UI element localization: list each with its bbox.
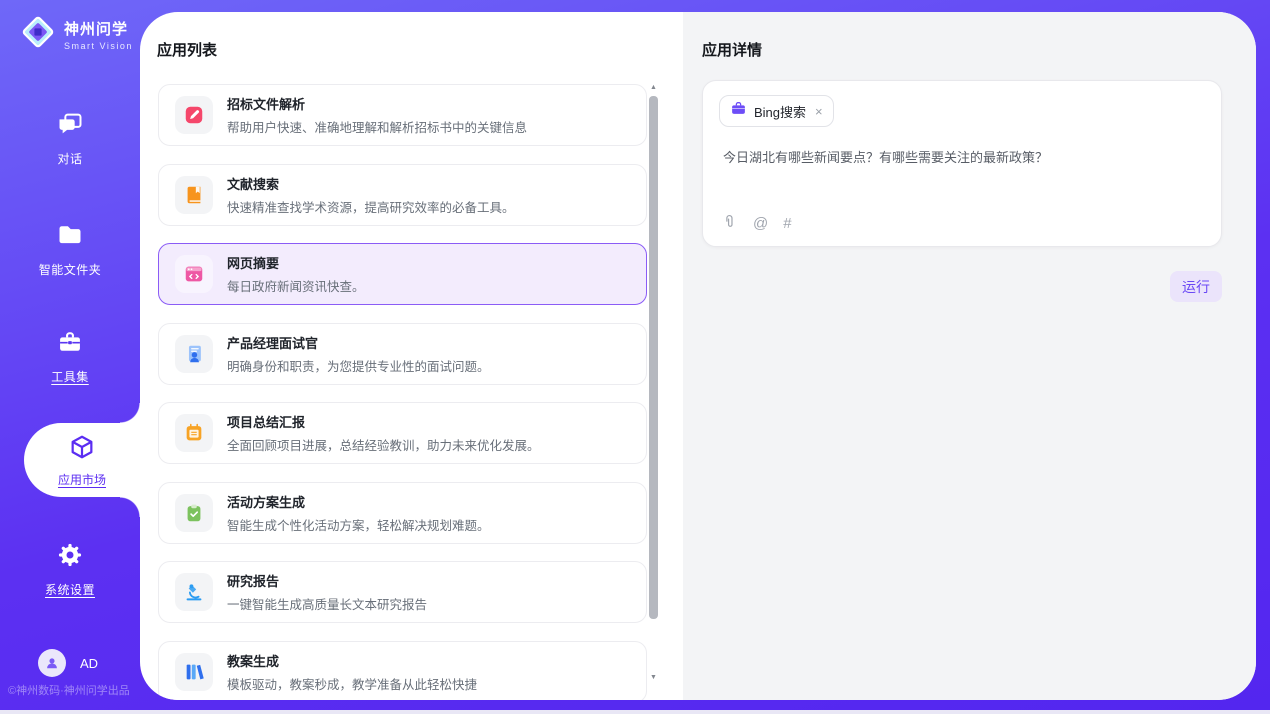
app-card-research-report[interactable]: 研究报告 一键智能生成高质量长文本研究报告 bbox=[158, 561, 647, 623]
app-card-desc: 智能生成个性化活动方案，轻松解决规划难题。 bbox=[227, 515, 490, 534]
app-card-name: 研究报告 bbox=[227, 571, 427, 590]
close-icon[interactable]: × bbox=[815, 104, 823, 119]
sidebar-item-smart-folder[interactable]: 智能文件夹 bbox=[0, 221, 140, 278]
sidebar-item-label: 应用市场 bbox=[58, 471, 106, 488]
tool-chip-bing-search[interactable]: Bing搜索 × bbox=[719, 95, 834, 127]
app-card-desc: 模板驱动，教案秒成，教学准备从此轻松快捷 bbox=[227, 674, 477, 693]
briefcase-icon bbox=[730, 100, 747, 122]
brand-subtitle: Smart Vision bbox=[64, 41, 133, 51]
sidebar-item-label: 智能文件夹 bbox=[39, 261, 102, 278]
app-card-name: 活动方案生成 bbox=[227, 492, 490, 511]
briefcase-icon bbox=[56, 328, 84, 361]
app-card-name: 教案生成 bbox=[227, 651, 477, 670]
app-list-title: 应用列表 bbox=[157, 39, 217, 60]
app-card-project-summary[interactable]: 项目总结汇报 全面回顾项目进展，总结经验教训，助力未来优化发展。 bbox=[158, 402, 647, 464]
composer-card: Bing搜索 × 今日湖北有哪些新闻要点？有哪些需要关注的最新政策？ @ # bbox=[702, 80, 1222, 247]
mention-at-icon[interactable]: @ bbox=[753, 216, 768, 231]
clipboard-check-icon bbox=[175, 494, 213, 532]
app-card-desc: 每日政府新闻资讯快查。 bbox=[227, 276, 365, 295]
paperclip-icon[interactable] bbox=[721, 213, 738, 233]
note-calendar-icon bbox=[175, 414, 213, 452]
sidebar-item-settings[interactable]: 系统设置 bbox=[0, 541, 140, 598]
app-card-desc: 帮助用户快速、准确地理解和解析招标书中的关键信息 bbox=[227, 117, 527, 136]
app-card-desc: 快速精准查找学术资源，提高研究效率的必备工具。 bbox=[227, 197, 515, 216]
copyright-text: ©神州数码·神州问学出品 bbox=[8, 682, 130, 698]
browser-code-icon bbox=[175, 255, 213, 293]
folder-icon bbox=[56, 221, 84, 254]
app-card-lesson-plan[interactable]: 教案生成 模板驱动，教案秒成，教学准备从此轻松快捷 bbox=[158, 641, 647, 701]
cube-icon bbox=[68, 433, 96, 466]
app-card-desc: 全面回顾项目进展，总结经验教训，助力未来优化发展。 bbox=[227, 435, 540, 454]
query-text[interactable]: 今日湖北有哪些新闻要点？有哪些需要关注的最新政策？ bbox=[723, 148, 1201, 168]
app-card-webpage-summary[interactable]: 网页摘要 每日政府新闻资讯快查。 bbox=[158, 243, 647, 305]
app-detail-panel: 应用详情 Bing搜索 × 今日湖北有哪些新闻要点？有哪些需要关注的最新政策？ bbox=[683, 12, 1256, 700]
brand-diamond-logo-icon bbox=[20, 14, 56, 55]
sidebar-item-toolset[interactable]: 工具集 bbox=[0, 328, 140, 385]
user-account[interactable]: AD bbox=[38, 649, 98, 677]
chat-bubbles-icon bbox=[56, 110, 84, 143]
composer-toolbar: @ # bbox=[721, 213, 792, 233]
user-initials: AD bbox=[80, 656, 98, 671]
gear-icon bbox=[56, 541, 84, 574]
app-card-desc: 一键智能生成高质量长文本研究报告 bbox=[227, 594, 427, 613]
app-card-name: 文献搜索 bbox=[227, 174, 515, 193]
app-frame: 神州问学 Smart Vision 对话 智能文件夹 bbox=[0, 0, 1270, 710]
app-card-name: 项目总结汇报 bbox=[227, 412, 540, 431]
books-icon bbox=[175, 653, 213, 691]
app-detail-title: 应用详情 bbox=[702, 39, 762, 60]
app-card-activity-plan[interactable]: 活动方案生成 智能生成个性化活动方案，轻松解决规划难题。 bbox=[158, 482, 647, 544]
brand: 神州问学 Smart Vision bbox=[20, 14, 133, 55]
app-list-scrollbar: ▲ ▼ bbox=[649, 84, 658, 698]
window-bottom-edge bbox=[0, 710, 1270, 714]
brand-name: 神州问学 bbox=[64, 18, 133, 39]
scroll-up-arrow-icon[interactable]: ▲ bbox=[649, 84, 658, 92]
sidebar-item-label: 工具集 bbox=[51, 368, 89, 385]
document-edit-icon bbox=[175, 96, 213, 134]
app-card-tender-analysis[interactable]: 招标文件解析 帮助用户快速、准确地理解和解析招标书中的关键信息 bbox=[158, 84, 647, 146]
app-card-name: 网页摘要 bbox=[227, 253, 365, 272]
interviewer-person-icon bbox=[175, 335, 213, 373]
microscope-icon bbox=[175, 573, 213, 611]
app-card-desc: 明确身份和职责，为您提供专业性的面试问题。 bbox=[227, 356, 490, 375]
run-button[interactable]: 运行 bbox=[1170, 271, 1222, 302]
app-card-literature-search[interactable]: 文献搜索 快速精准查找学术资源，提高研究效率的必备工具。 bbox=[158, 164, 647, 226]
app-card-pm-interviewer[interactable]: 产品经理面试官 明确身份和职责，为您提供专业性的面试问题。 bbox=[158, 323, 647, 385]
tool-chip-label: Bing搜索 bbox=[754, 102, 806, 121]
app-list: 招标文件解析 帮助用户快速、准确地理解和解析招标书中的关键信息 文献搜索 快速精… bbox=[158, 84, 647, 700]
sidebar-item-label: 对话 bbox=[57, 150, 82, 167]
scrollbar-thumb[interactable] bbox=[649, 96, 658, 619]
content-sheet: 应用列表 招标文件解析 帮助用户快速、准确地理解和解析招标书中的关键信息 bbox=[140, 12, 1256, 700]
book-icon bbox=[175, 176, 213, 214]
sidebar-item-chat[interactable]: 对话 bbox=[0, 110, 140, 167]
sidebar-item-app-market[interactable]: 应用市场 bbox=[24, 423, 140, 497]
scroll-down-arrow-icon[interactable]: ▼ bbox=[649, 674, 658, 682]
app-card-name: 产品经理面试官 bbox=[227, 333, 490, 352]
sidebar: 神州问学 Smart Vision 对话 智能文件夹 bbox=[0, 0, 140, 710]
app-card-name: 招标文件解析 bbox=[227, 94, 527, 113]
sidebar-item-label: 系统设置 bbox=[45, 581, 95, 598]
hash-icon[interactable]: # bbox=[783, 216, 791, 231]
avatar bbox=[38, 649, 66, 677]
